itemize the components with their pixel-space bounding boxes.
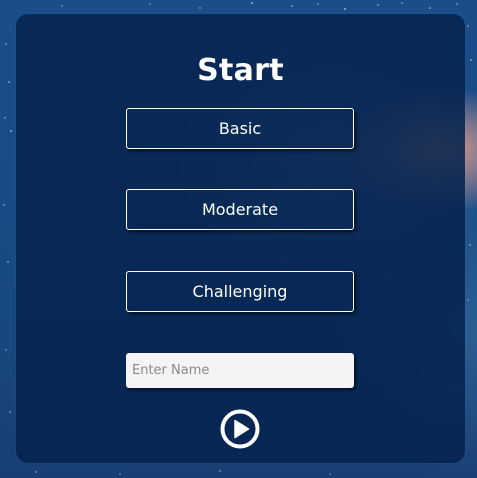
page-title: Start bbox=[197, 53, 284, 88]
play-circle-icon bbox=[220, 409, 260, 449]
name-input[interactable] bbox=[126, 353, 354, 388]
challenging-button[interactable]: Challenging bbox=[126, 271, 354, 312]
moderate-button[interactable]: Moderate bbox=[126, 189, 354, 230]
play-button[interactable] bbox=[220, 409, 260, 449]
start-panel: Start Basic Moderate Challenging bbox=[16, 14, 465, 463]
basic-button[interactable]: Basic bbox=[126, 108, 354, 149]
